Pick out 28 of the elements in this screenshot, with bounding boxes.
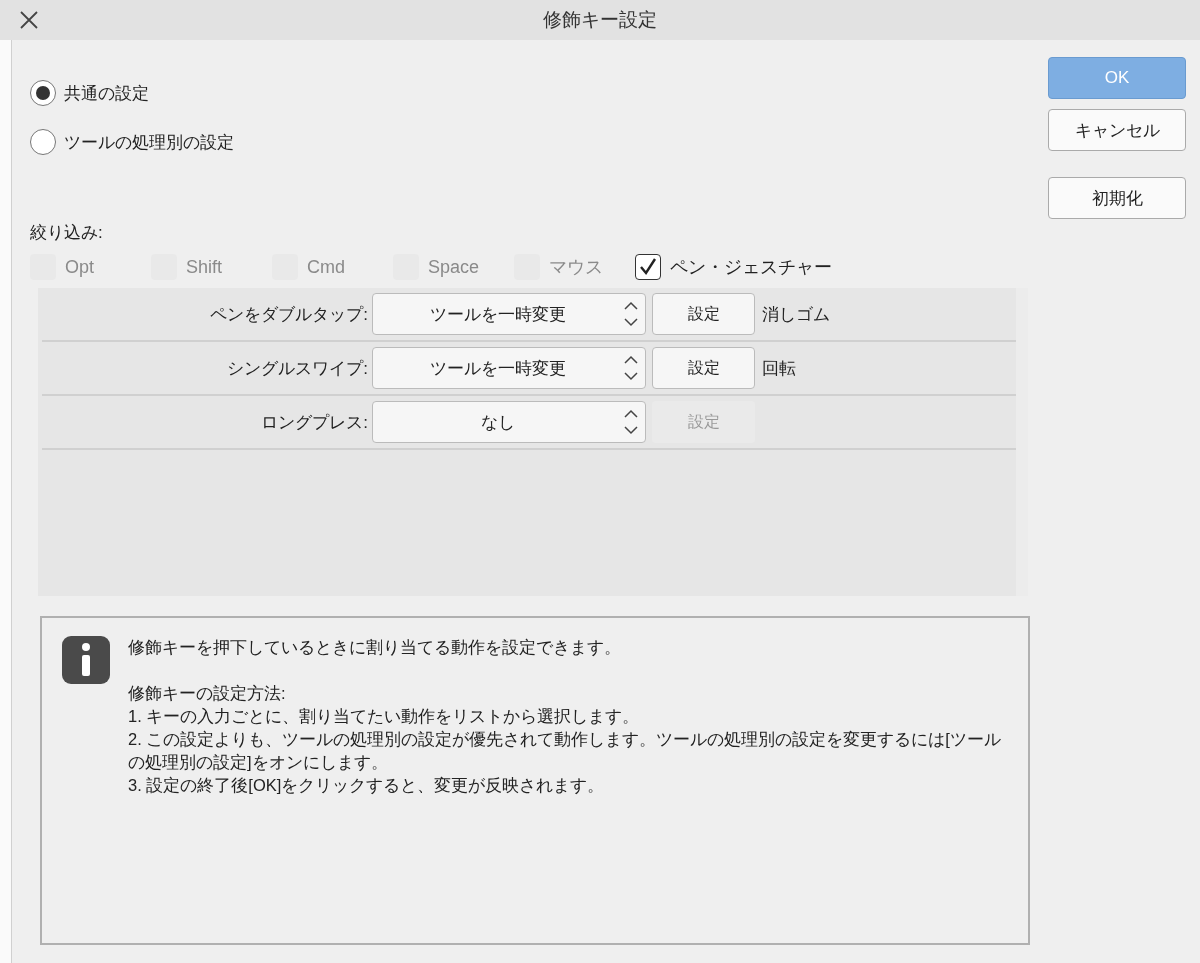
info-text: 3. 設定の終了後[OK]をクリックすると、変更が反映されます。 xyxy=(128,775,606,796)
filter-checkbox[interactable]: ペン・ジェスチャー xyxy=(635,254,832,280)
action-select[interactable]: なし xyxy=(372,401,646,443)
gesture-label: ロングプレス: xyxy=(260,411,369,434)
dialog-button[interactable]: 初期化 xyxy=(1048,177,1186,219)
radio-option[interactable]: 共通の設定 xyxy=(30,80,149,106)
dialog-button[interactable]: キャンセル xyxy=(1048,109,1186,151)
up-down-arrows-icon xyxy=(623,353,639,383)
radio-option[interactable]: ツールの処理別の設定 xyxy=(30,129,234,155)
set-button[interactable]: 設定 xyxy=(652,293,755,335)
info-text: 1. キーの入力ごとに、割り当てたい動作をリストから選択します。 xyxy=(128,706,641,727)
assigned-tool: 回転 xyxy=(762,357,796,380)
window-title: 修飾キー設定 xyxy=(543,8,657,32)
set-button[interactable]: 設定 xyxy=(652,347,755,389)
up-down-arrows-icon xyxy=(623,407,639,437)
filter-label: 絞り込み: xyxy=(30,222,104,244)
info-text: 修飾キーを押下しているときに割り当てる動作を設定できます。 xyxy=(128,637,622,658)
assigned-tool: 消しゴム xyxy=(762,303,830,326)
action-select[interactable]: ツールを一時変更 xyxy=(372,347,646,389)
close-icon[interactable] xyxy=(20,11,38,29)
gesture-label: ペンをダブルタップ: xyxy=(209,303,369,326)
info-icon xyxy=(62,636,110,684)
checkmark-icon xyxy=(638,257,658,277)
up-down-arrows-icon xyxy=(623,299,639,329)
action-select[interactable]: ツールを一時変更 xyxy=(372,293,646,335)
gesture-label: シングルスワイプ: xyxy=(226,357,369,380)
info-text: 修飾キーの設定方法: xyxy=(128,683,287,704)
info-text: 2. この設定よりも、ツールの処理別の設定が優先されて動作します。ツールの処理別の設定を変更するには[ツールの処理別の設定]をオンにします。 xyxy=(128,729,1002,773)
